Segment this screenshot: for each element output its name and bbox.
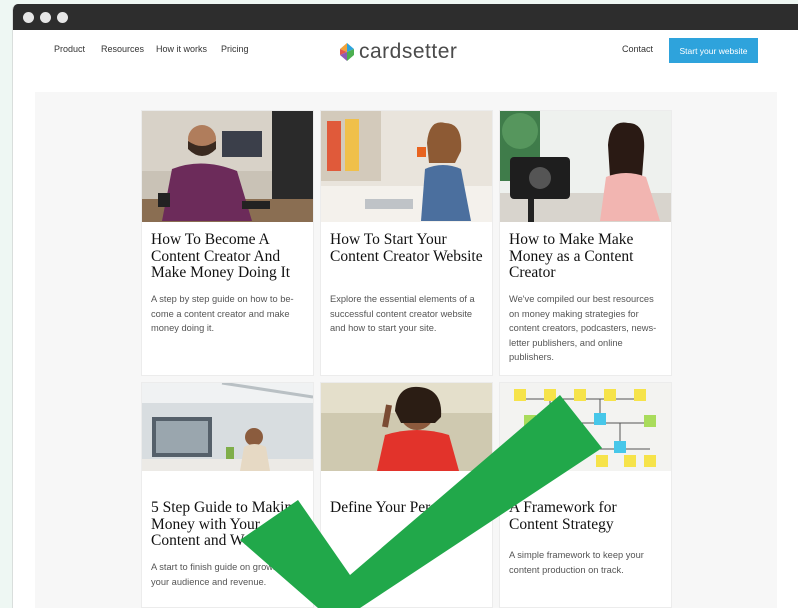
nav-link-resources[interactable]: Resources bbox=[101, 44, 144, 54]
site-header: Product Resources How it works Pricing c… bbox=[13, 30, 798, 76]
card-description: Explore the essential elements of a succ… bbox=[330, 294, 475, 334]
card-title[interactable]: A Framework for Content Strategy bbox=[509, 499, 669, 533]
card-title[interactable]: How To Start Your Content Creator Websit… bbox=[330, 231, 490, 265]
card-title[interactable]: Define Your Persona bbox=[330, 499, 490, 517]
window-maximize-dot[interactable] bbox=[57, 12, 68, 23]
resources-grid: How To Become A Content Creator And Make… bbox=[35, 92, 777, 608]
browser-window: Product Resources How it works Pricing c… bbox=[12, 4, 798, 608]
nav-link-contact[interactable]: Contact bbox=[622, 44, 653, 54]
window-titlebar bbox=[13, 4, 798, 30]
card-image-woman-vlogging bbox=[500, 111, 671, 222]
card-image-smiling-woman bbox=[321, 383, 492, 471]
nav-link-product[interactable]: Product bbox=[54, 44, 85, 54]
article-card[interactable]: How To Become A Content Creator And Make… bbox=[141, 110, 314, 376]
card-title[interactable]: How To Become A Content Creator And Make… bbox=[151, 231, 311, 282]
nav-link-how-it-works[interactable]: How it works bbox=[156, 44, 207, 54]
card-image-woman-with-laptop bbox=[321, 111, 492, 222]
article-card[interactable]: How to Make Make Money as a Content Crea… bbox=[499, 110, 672, 376]
card-title[interactable]: How to Make Make Money as a Content Crea… bbox=[509, 231, 669, 282]
card-image-office-workspace bbox=[142, 383, 313, 471]
card-description: A simple framework to keep your content … bbox=[509, 550, 644, 575]
nav-link-pricing[interactable]: Pricing bbox=[221, 44, 249, 54]
card-title[interactable]: 5 Step Guide to Making Money with Your C… bbox=[151, 499, 311, 550]
card-image-creator-recording bbox=[142, 111, 313, 222]
article-card[interactable]: 5 Step Guide to Making Money with Your C… bbox=[141, 382, 314, 608]
article-card[interactable]: A Framework for Content Strategy A simpl… bbox=[499, 382, 672, 608]
card-description: A start to finish guide on growing your … bbox=[151, 562, 286, 587]
window-minimize-dot[interactable] bbox=[40, 12, 51, 23]
start-website-button[interactable]: Start your website bbox=[669, 38, 758, 63]
logo[interactable]: cardsetter bbox=[339, 39, 457, 65]
article-card[interactable]: Define Your Persona bbox=[320, 382, 493, 608]
card-description: We've compiled our best resources on mon… bbox=[509, 294, 657, 363]
article-card[interactable]: How To Start Your Content Creator Websit… bbox=[320, 110, 493, 376]
cardsetter-logo-icon bbox=[340, 43, 354, 61]
card-image-sticky-note-diagram bbox=[500, 383, 671, 471]
card-description: A step by step guide on how to be- come … bbox=[151, 294, 294, 334]
logo-text: cardsetter bbox=[359, 40, 458, 63]
window-close-dot[interactable] bbox=[23, 12, 34, 23]
